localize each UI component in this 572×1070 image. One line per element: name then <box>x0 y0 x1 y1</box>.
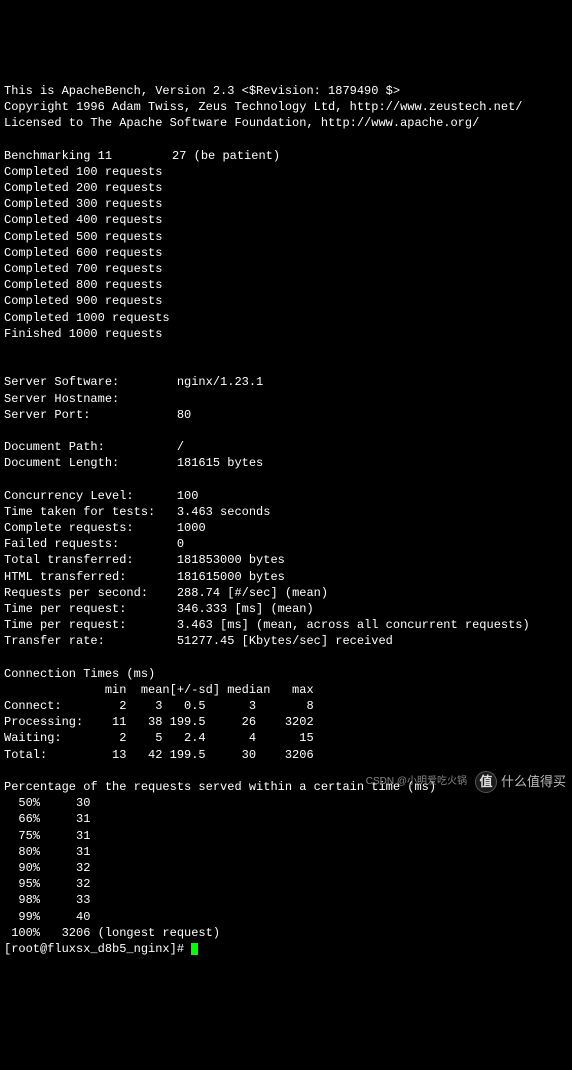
stat-row: Document Path: / <box>4 440 184 454</box>
progress-line: Completed 500 requests <box>4 230 162 244</box>
stat-row: Transfer rate: 51277.45 [Kbytes/sec] rec… <box>4 634 393 648</box>
stat-row: Failed requests: 0 <box>4 537 184 551</box>
stat-row: Server Software: nginx/1.23.1 <box>4 375 263 389</box>
stat-row: Complete requests: 1000 <box>4 521 206 535</box>
conn-times-title: Connection Times (ms) <box>4 667 155 681</box>
benchmarking-line: Benchmarking 1127 (be patient) <box>4 149 280 163</box>
pct-row: 98% 33 <box>4 893 90 907</box>
pct-row: 66% 31 <box>4 812 90 826</box>
progress-line: Completed 100 requests <box>4 165 162 179</box>
watermark: CSDN @小明爱吃火锅 值 什么值得买 <box>366 771 566 793</box>
stat-row: Concurrency Level: 100 <box>4 489 198 503</box>
pct-row: 99% 40 <box>4 910 90 924</box>
stat-row: Time per request: 346.333 [ms] (mean) <box>4 602 314 616</box>
pct-row: 100% 3206 (longest request) <box>4 926 220 940</box>
pct-row: 95% 32 <box>4 877 90 891</box>
conn-times-row: Total: 13 42 199.5 30 3206 <box>4 748 314 762</box>
terminal-output: This is ApacheBench, Version 2.3 <$Revis… <box>4 67 568 957</box>
shell-prompt[interactable]: [root@fluxsx_d8b5_nginx]# <box>4 942 198 956</box>
stat-row: Server Hostname: <box>4 392 267 406</box>
progress-line: Completed 700 requests <box>4 262 162 276</box>
watermark-text: 什么值得买 <box>501 773 566 791</box>
stat-row: Document Length: 181615 bytes <box>4 456 263 470</box>
progress-line: Completed 1000 requests <box>4 311 170 325</box>
stat-row: Server Port: 80 <box>4 408 191 422</box>
progress-line: Completed 800 requests <box>4 278 162 292</box>
header-line: Copyright 1996 Adam Twiss, Zeus Technolo… <box>4 100 522 114</box>
progress-line: Finished 1000 requests <box>4 327 162 341</box>
stat-row: Total transferred: 181853000 bytes <box>4 553 285 567</box>
conn-times-row: Waiting: 2 5 2.4 4 15 <box>4 731 314 745</box>
conn-times-row: Processing: 11 38 199.5 26 3202 <box>4 715 314 729</box>
stat-row: Time taken for tests: 3.463 seconds <box>4 505 270 519</box>
watermark-badge-icon: 值 <box>475 771 497 793</box>
cursor-icon <box>191 943 198 955</box>
pct-row: 80% 31 <box>4 845 90 859</box>
header-line: Licensed to The Apache Software Foundati… <box>4 116 479 130</box>
conn-times-header: min mean[+/-sd] median max <box>4 683 314 697</box>
pct-row: 90% 32 <box>4 861 90 875</box>
conn-times-row: Connect: 2 3 0.5 3 8 <box>4 699 314 713</box>
stat-row: Requests per second: 288.74 [#/sec] (mea… <box>4 586 328 600</box>
progress-line: Completed 600 requests <box>4 246 162 260</box>
progress-line: Completed 300 requests <box>4 197 162 211</box>
progress-line: Completed 400 requests <box>4 213 162 227</box>
progress-line: Completed 900 requests <box>4 294 162 308</box>
header-line: This is ApacheBench, Version 2.3 <$Revis… <box>4 84 400 98</box>
watermark-author: CSDN @小明爱吃火锅 <box>366 775 467 789</box>
progress-line: Completed 200 requests <box>4 181 162 195</box>
stat-row: HTML transferred: 181615000 bytes <box>4 570 285 584</box>
stat-row: Time per request: 3.463 [ms] (mean, acro… <box>4 618 530 632</box>
pct-row: 50% 30 <box>4 796 90 810</box>
pct-row: 75% 31 <box>4 829 90 843</box>
